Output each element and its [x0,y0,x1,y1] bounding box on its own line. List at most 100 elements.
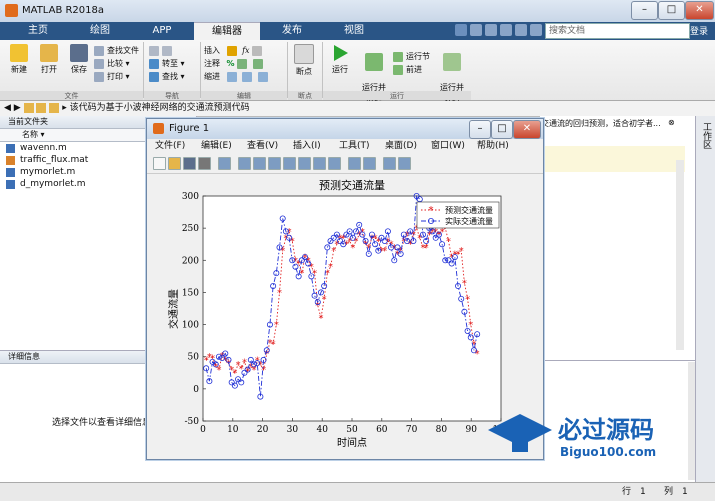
new-label: 新建 [11,65,27,74]
x-tick-label: 90 [465,425,477,435]
help-icon[interactable] [530,24,542,36]
legend-marker: * [429,206,434,217]
insert-button[interactable]: 插入 fx [204,44,271,57]
undo-icon[interactable] [515,24,527,36]
comment-toggle-icon [237,58,248,69]
figure-menu-item[interactable]: 文件(F) [155,139,185,153]
current-path[interactable]: 该代码为基于小波神经网络的交通流预测代码 [70,103,250,113]
save-figure-icon[interactable] [183,157,196,170]
percent-icon: % [226,59,235,68]
show-plot-tools-icon[interactable] [398,157,411,170]
rotate-icon[interactable] [283,157,296,170]
save-label: 保存 [71,65,87,74]
breakpoints-label: 断点 [296,67,312,76]
outdent-icon [257,71,268,82]
browse-folder-icon[interactable] [36,102,47,113]
predicted-point: * [271,339,276,350]
data-cursor-icon[interactable] [298,157,311,170]
search-input[interactable]: 搜索文档 [545,23,690,39]
watermark: 必过源码 Biguo100.com [488,414,656,459]
pan-icon[interactable] [268,157,281,170]
new-figure-icon[interactable] [153,157,166,170]
print-button[interactable]: 打印 ▾ [94,70,139,83]
tab-view[interactable]: 视图 [324,22,384,40]
y-tick-label: -50 [185,417,200,427]
group-label-navigate: 导航 [144,91,200,100]
predicted-point: * [290,237,295,248]
figure-menu-item[interactable]: 帮助(H) [477,139,509,153]
copy-icon[interactable] [485,24,497,36]
brush-icon[interactable] [313,157,326,170]
figure-close-button[interactable]: ✕ [513,120,541,139]
maximize-button[interactable]: □ [658,1,685,20]
back-arrow-icon[interactable]: ◀ [4,103,11,113]
minimize-button[interactable]: – [631,1,658,20]
indent-label: 缩进 [204,72,220,81]
pointer-icon[interactable] [218,157,231,170]
link-icon[interactable] [328,157,341,170]
editor-snippet[interactable]: 交通流的回归预测，适合初学者... [541,118,666,129]
figure-menu-item[interactable]: 编辑(E) [201,139,232,153]
login-link[interactable]: 登录 [690,24,708,37]
x-axis-label: 时间点 [337,436,367,449]
figure-menu-item[interactable]: 桌面(D) [385,139,417,153]
back-icon [149,45,159,56]
advance-button[interactable]: 前进 [393,63,430,76]
find-button[interactable]: 查找 ▾ [149,70,185,83]
details-hint: 选择文件以查看详细信息 [52,418,152,428]
figure-menu-item[interactable]: 窗口(W) [431,139,465,153]
zoom-in-icon[interactable] [238,157,251,170]
tab-home[interactable]: 主页 [8,22,68,40]
insert-legend-icon[interactable] [363,157,376,170]
paste-icon[interactable] [500,24,512,36]
predicted-point: * [280,246,285,257]
comment-button[interactable]: 注释 % [204,57,271,70]
tab-editor[interactable]: 编辑器 [194,22,260,41]
m-file-icon [6,180,15,189]
close-button[interactable]: ✕ [685,1,714,20]
folder-up-icon[interactable] [23,102,34,113]
col-value: 1 [682,487,688,497]
run-section-button[interactable]: 运行节 [393,50,430,63]
compare-button[interactable]: 比较 ▾ [94,57,139,70]
forward-arrow-icon[interactable]: ▶ [14,103,21,113]
comment-label: 注释 [204,59,220,68]
print-figure-icon[interactable] [198,157,211,170]
save-button[interactable]: 保存 [66,44,92,75]
breakpoints-button[interactable]: 断点 [291,44,317,77]
open-button[interactable]: 打开 [36,44,62,75]
x-tick-label: 80 [436,425,448,435]
find-files-icon [94,45,104,56]
editor-collapse-icon[interactable]: ⊗ [668,118,678,127]
cut-icon[interactable] [470,24,482,36]
figure-menu-item[interactable]: 查看(V) [247,139,278,153]
tab-apps[interactable]: APP [132,22,192,40]
group-label-run: 运行 [323,91,471,100]
run-section-icon [393,51,403,62]
figure-menubar: 文件(F) 编辑(E) 查看(V) 插入(I) 工具(T) 桌面(D) 窗口(W) 帮助(H) [147,139,543,153]
zoom-out-icon[interactable] [253,157,266,170]
run-button[interactable]: 运行 [327,44,353,75]
y-tick-label: 150 [182,288,199,298]
figure-menu-item[interactable]: 工具(T) [339,139,370,153]
figure-menu-item[interactable]: 插入(I) [293,139,321,153]
find-files-button[interactable]: 查找文件 [94,44,139,57]
insert-colorbar-icon[interactable] [348,157,361,170]
hide-plot-tools-icon[interactable] [383,157,396,170]
save-quick-icon[interactable] [455,24,467,36]
indent-button[interactable]: 缩进 [204,70,271,83]
tab-plots[interactable]: 绘图 [70,22,130,40]
goto-button[interactable]: 转至 ▾ [149,57,185,70]
nav-back-forward[interactable] [149,44,185,57]
open-file-icon[interactable] [168,157,181,170]
workspace-label: 工作区 [701,122,711,149]
new-button[interactable]: 新建 [6,44,32,75]
watermark-brand: 必过源码 [558,416,654,444]
m-file-icon [6,168,15,177]
tab-publish[interactable]: 发布 [262,22,322,40]
figure-maximize-button[interactable]: □ [491,120,513,139]
workspace-tab[interactable]: 工作区 [695,116,715,482]
figure-minimize-button[interactable]: – [469,120,491,139]
y-tick-label: 200 [182,256,199,266]
editor-scrollbar[interactable] [676,160,684,350]
